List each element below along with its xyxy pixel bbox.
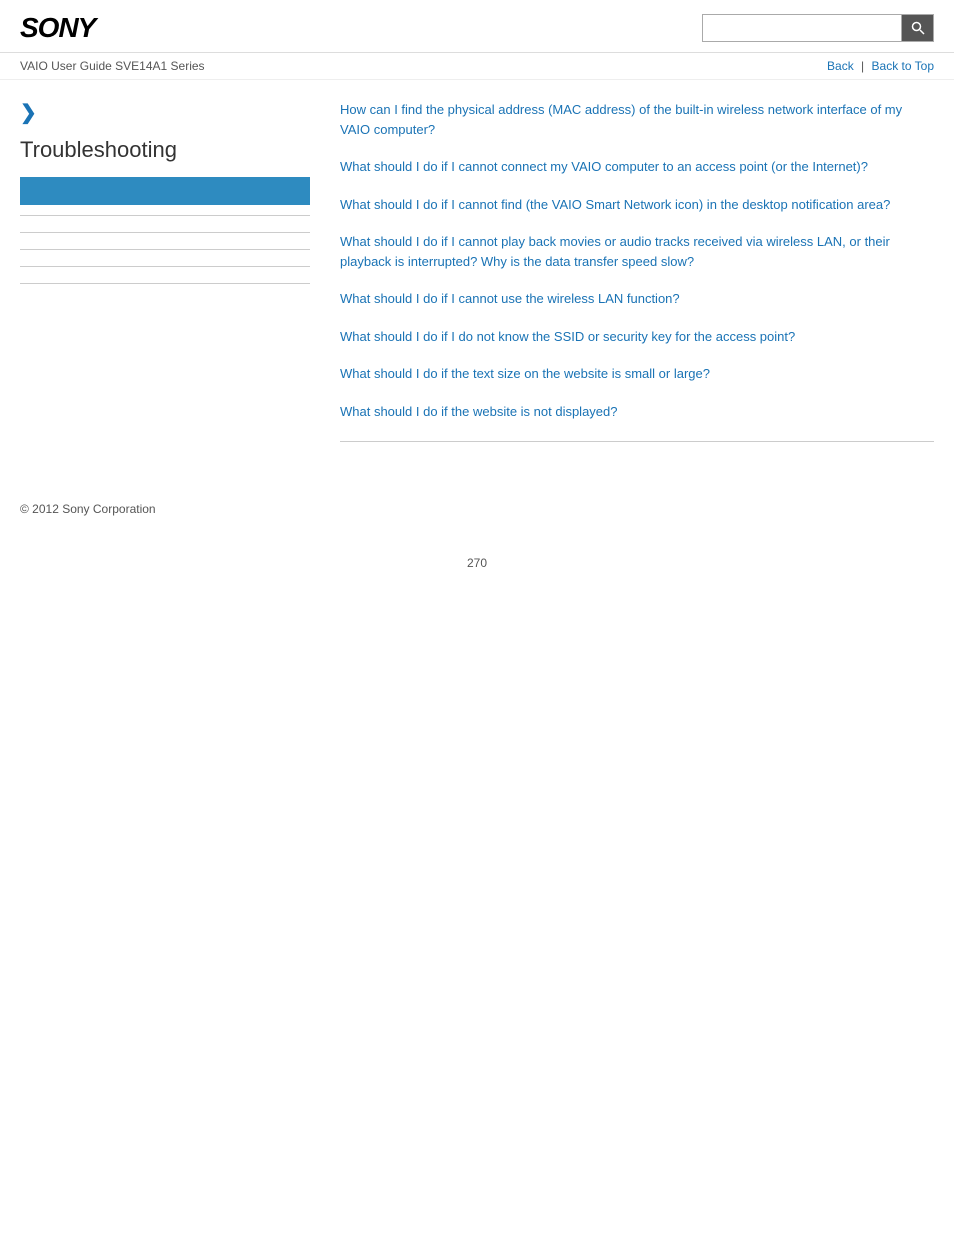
content-link[interactable]: What should I do if I cannot find (the V… [340,197,890,212]
page-number: 270 [0,536,954,580]
list-item: What should I do if I cannot play back m… [340,232,934,271]
list-item: What should I do if I cannot connect my … [340,157,934,177]
content-divider [340,441,934,442]
copyright: © 2012 Sony Corporation [20,502,156,516]
list-item: What should I do if I cannot find (the V… [340,195,934,215]
sony-logo: SONY [20,12,95,44]
active-nav-item[interactable] [20,177,310,205]
search-icon [910,20,926,36]
search-area [702,14,934,42]
list-item: How can I find the physical address (MAC… [340,100,934,139]
content-link[interactable]: What should I do if the text size on the… [340,366,710,381]
list-item[interactable] [20,249,310,266]
list-item: What should I do if the text size on the… [340,364,934,384]
footer: © 2012 Sony Corporation [0,482,954,536]
list-item: What should I do if I cannot use the wir… [340,289,934,309]
content-link[interactable]: What should I do if the website is not d… [340,404,618,419]
back-to-top-link[interactable]: Back to Top [872,59,934,73]
list-item[interactable] [20,232,310,249]
content-area: How can I find the physical address (MAC… [330,100,934,462]
content-link[interactable]: What should I do if I cannot connect my … [340,159,868,174]
nav-links: Back | Back to Top [827,59,934,73]
list-item[interactable] [20,215,310,232]
separator: | [861,59,864,73]
sidebar-links [20,215,310,300]
search-input[interactable] [702,14,902,42]
list-item: What should I do if the website is not d… [340,402,934,422]
back-link[interactable]: Back [827,59,854,73]
section-title: Troubleshooting [20,137,310,163]
breadcrumb-arrow[interactable]: ❯ [20,100,310,125]
guide-title: VAIO User Guide SVE14A1 Series [20,59,205,73]
list-item[interactable] [20,283,310,300]
sidebar: ❯ Troubleshooting [20,100,330,462]
content-link[interactable]: What should I do if I cannot use the wir… [340,291,680,306]
search-button[interactable] [902,14,934,42]
list-item[interactable] [20,266,310,283]
list-item: What should I do if I do not know the SS… [340,327,934,347]
content-link[interactable]: How can I find the physical address (MAC… [340,102,902,137]
main-content: ❯ Troubleshooting How can I find the phy… [0,80,954,482]
header: SONY [0,0,954,53]
content-links: How can I find the physical address (MAC… [340,100,934,421]
content-link[interactable]: What should I do if I do not know the SS… [340,329,795,344]
nav-bar: VAIO User Guide SVE14A1 Series Back | Ba… [0,53,954,80]
content-link[interactable]: What should I do if I cannot play back m… [340,234,890,269]
